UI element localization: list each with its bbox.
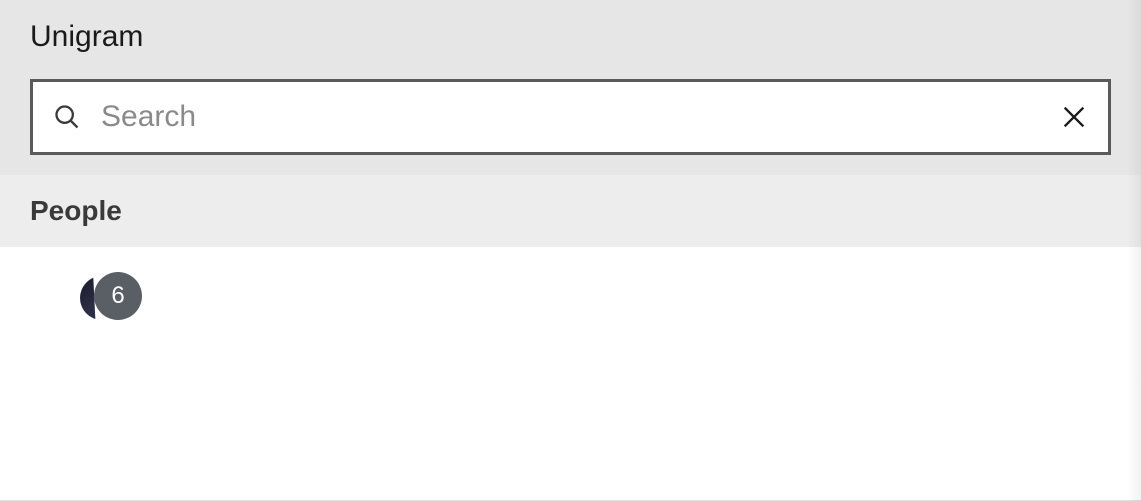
search-box[interactable] [30, 79, 1111, 155]
app-title: Unigram [30, 20, 1111, 54]
notification-badge: 6 [94, 272, 142, 320]
people-list: 6 [0, 247, 1141, 447]
avatar-container: 6 [80, 272, 144, 336]
header: Unigram [0, 0, 1141, 175]
person-item[interactable]: 6 [30, 272, 144, 336]
close-icon[interactable] [1060, 103, 1088, 131]
search-input[interactable] [101, 100, 1060, 134]
people-section-header: People [0, 175, 1141, 247]
search-icon [53, 103, 81, 131]
